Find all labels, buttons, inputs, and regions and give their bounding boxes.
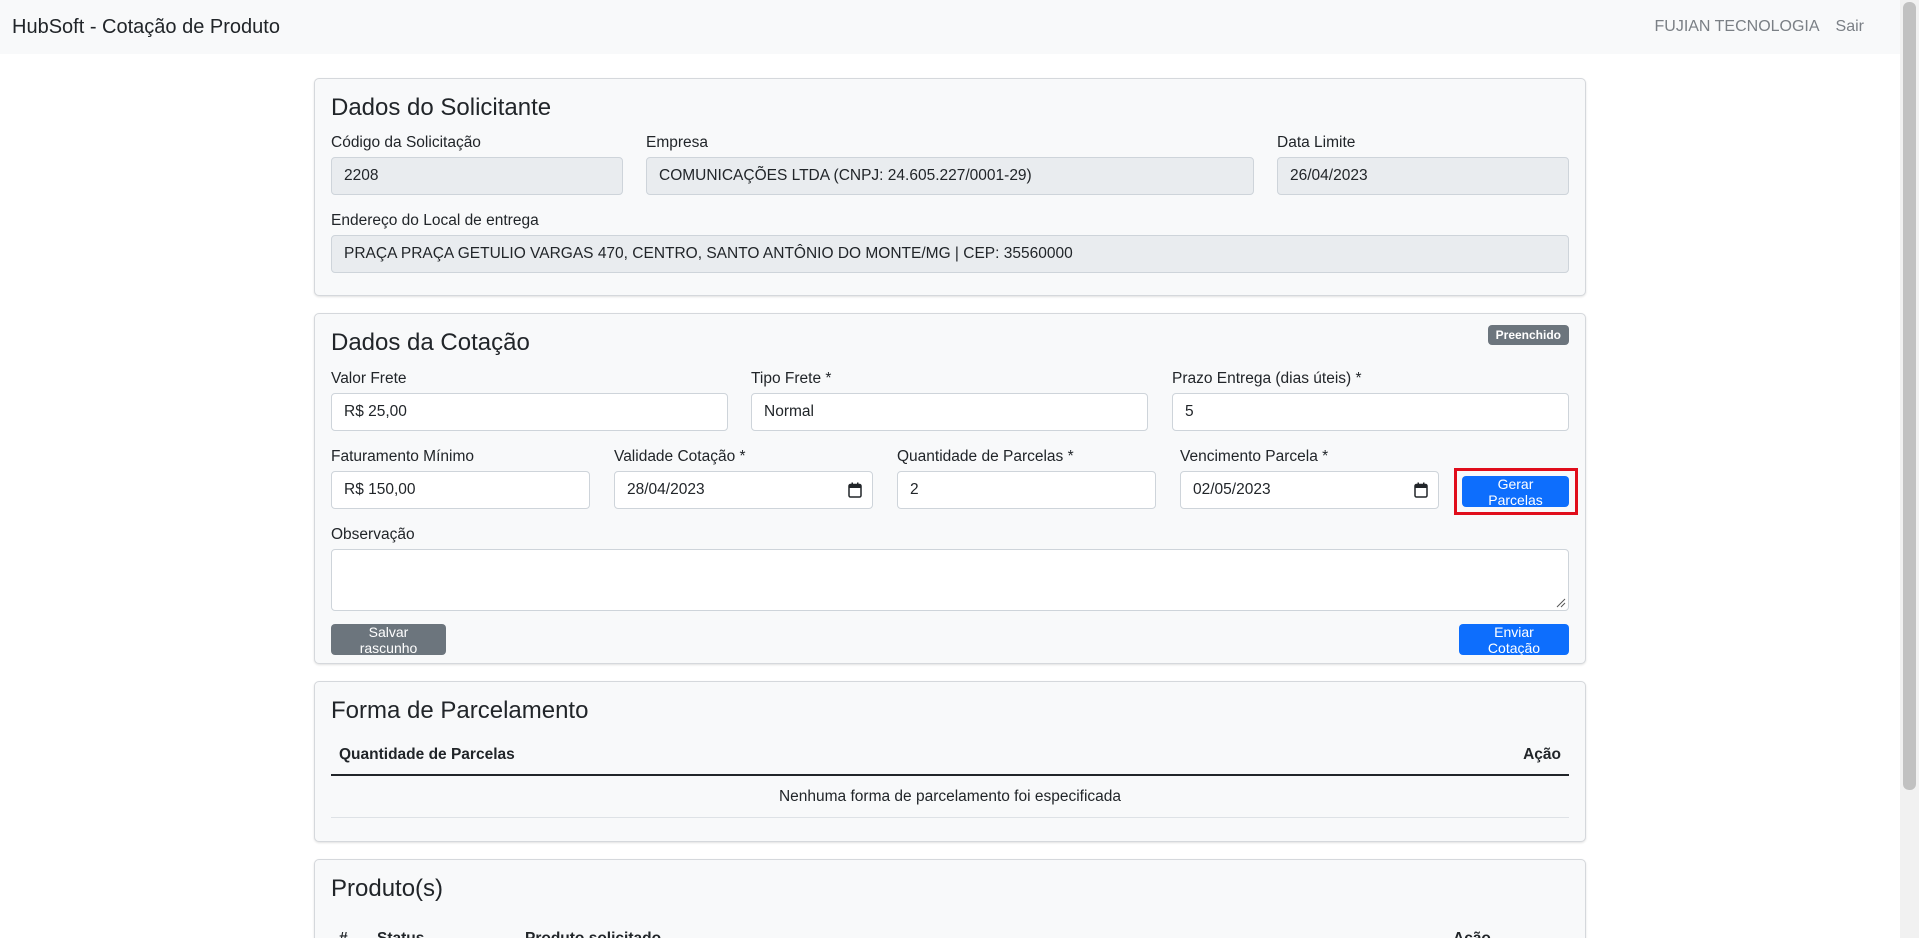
- observacao-textarea[interactable]: [331, 549, 1569, 611]
- logout-link[interactable]: Sair: [1836, 18, 1864, 36]
- qtd-parcelas-label: Quantidade de Parcelas *: [897, 448, 1074, 465]
- empresa-input[interactable]: COMUNICAÇÕES LTDA (CNPJ: 24.605.227/0001…: [646, 157, 1254, 195]
- salvar-rascunho-button[interactable]: Salvar rascunho: [331, 624, 446, 656]
- data-limite-label: Data Limite: [1277, 134, 1356, 151]
- codigo-field: Código da Solicitação 2208: [331, 133, 623, 195]
- tipo-frete-field: Tipo Frete * Normal: [751, 369, 1148, 431]
- produtos-title: Produto(s): [331, 875, 444, 902]
- solicitante-title: Dados do Solicitante: [331, 94, 552, 121]
- produtos-card: Produto(s) # Status Produto solicitado A…: [314, 859, 1586, 938]
- gerar-parcelas-button[interactable]: Gerar Parcelas: [1462, 476, 1569, 508]
- faturamento-field: Faturamento Mínimo R$ 150,00: [331, 447, 590, 509]
- top-navbar: HubSoft - Cotação de Produto FUJIAN TECN…: [0, 0, 1900, 54]
- calendar-icon[interactable]: [848, 482, 862, 498]
- codigo-label: Código da Solicitação: [331, 134, 481, 151]
- validade-input[interactable]: 28/04/2023: [614, 471, 873, 509]
- endereco-input[interactable]: PRAÇA PRAÇA GETULIO VARGAS 470, CENTRO, …: [331, 235, 1569, 273]
- resize-handle-icon[interactable]: [1556, 598, 1566, 608]
- brand-title[interactable]: HubSoft - Cotação de Produto: [12, 16, 280, 39]
- observacao-field: Observação: [331, 525, 1569, 611]
- observacao-label: Observação: [331, 526, 415, 543]
- parcelamento-title: Forma de Parcelamento: [331, 697, 589, 724]
- valor-frete-input[interactable]: R$ 25,00: [331, 393, 728, 431]
- col-acao: Ação: [1523, 746, 1561, 763]
- col-status: Status: [377, 930, 424, 938]
- prazo-label: Prazo Entrega (dias úteis) *: [1172, 370, 1362, 387]
- col-hash: #: [339, 930, 348, 938]
- col-produto-solicitado: Produto solicitado: [525, 930, 661, 938]
- valor-frete-label: Valor Frete: [331, 370, 407, 387]
- prazo-field: Prazo Entrega (dias úteis) * 5: [1172, 369, 1569, 431]
- empresa-label: Empresa: [646, 134, 709, 151]
- empty-message-row: Nenhuma forma de parcelamento foi especi…: [331, 776, 1569, 818]
- vencimento-input[interactable]: 02/05/2023: [1180, 471, 1439, 509]
- validade-field: Validade Cotação * 28/04/2023: [614, 447, 873, 509]
- valor-frete-field: Valor Frete R$ 25,00: [331, 369, 728, 431]
- data-limite-field: Data Limite 26/04/2023: [1277, 133, 1569, 195]
- company-link[interactable]: FUJIAN TECNOLOGIA: [1654, 18, 1819, 36]
- status-badge: Preenchido: [1487, 325, 1569, 345]
- endereco-label: Endereço do Local de entrega: [331, 212, 539, 229]
- prazo-input[interactable]: 5: [1172, 393, 1569, 431]
- vencimento-label: Vencimento Parcela *: [1180, 448, 1329, 465]
- page-scrollbar[interactable]: [1900, 0, 1919, 938]
- vencimento-value: 02/05/2023: [1193, 481, 1271, 498]
- cotacao-title: Dados da Cotação: [331, 329, 530, 356]
- cotacao-card: Dados da Cotação Preenchido Valor Frete …: [314, 313, 1586, 664]
- qtd-parcelas-field: Quantidade de Parcelas * 2: [897, 447, 1156, 509]
- solicitante-card: Dados do Solicitante Código da Solicitaç…: [314, 78, 1586, 296]
- data-limite-input[interactable]: 26/04/2023: [1277, 157, 1569, 195]
- empresa-field: Empresa COMUNICAÇÕES LTDA (CNPJ: 24.605.…: [646, 133, 1254, 195]
- faturamento-label: Faturamento Mínimo: [331, 448, 474, 465]
- produtos-table-header: # Status Produto solicitado Ação: [331, 920, 1569, 938]
- parcelamento-card: Forma de Parcelamento Quantidade de Parc…: [314, 681, 1586, 842]
- validade-value: 28/04/2023: [627, 481, 705, 498]
- validade-label: Validade Cotação *: [614, 448, 746, 465]
- scrollbar-thumb[interactable]: [1903, 2, 1916, 790]
- tipo-frete-label: Tipo Frete *: [751, 370, 832, 387]
- parcelamento-table-header: Quantidade de Parcelas Ação: [331, 736, 1569, 776]
- col-quantidade-parcelas: Quantidade de Parcelas: [339, 746, 515, 763]
- navbar-right: FUJIAN TECNOLOGIA Sair: [1654, 18, 1864, 36]
- faturamento-input[interactable]: R$ 150,00: [331, 471, 590, 509]
- tipo-frete-input[interactable]: Normal: [751, 393, 1148, 431]
- codigo-input[interactable]: 2208: [331, 157, 623, 195]
- vencimento-field: Vencimento Parcela * 02/05/2023: [1180, 447, 1439, 509]
- col-produto-acao: Ação: [1453, 930, 1491, 938]
- enviar-cotacao-button[interactable]: Enviar Cotação: [1459, 624, 1569, 656]
- calendar-icon[interactable]: [1414, 482, 1428, 498]
- viewport: HubSoft - Cotação de Produto FUJIAN TECN…: [0, 0, 1919, 938]
- endereco-field: Endereço do Local de entrega PRAÇA PRAÇA…: [331, 211, 1569, 273]
- parcelamento-table: Quantidade de Parcelas Ação Nenhuma form…: [331, 736, 1569, 818]
- qtd-parcelas-input[interactable]: 2: [897, 471, 1156, 509]
